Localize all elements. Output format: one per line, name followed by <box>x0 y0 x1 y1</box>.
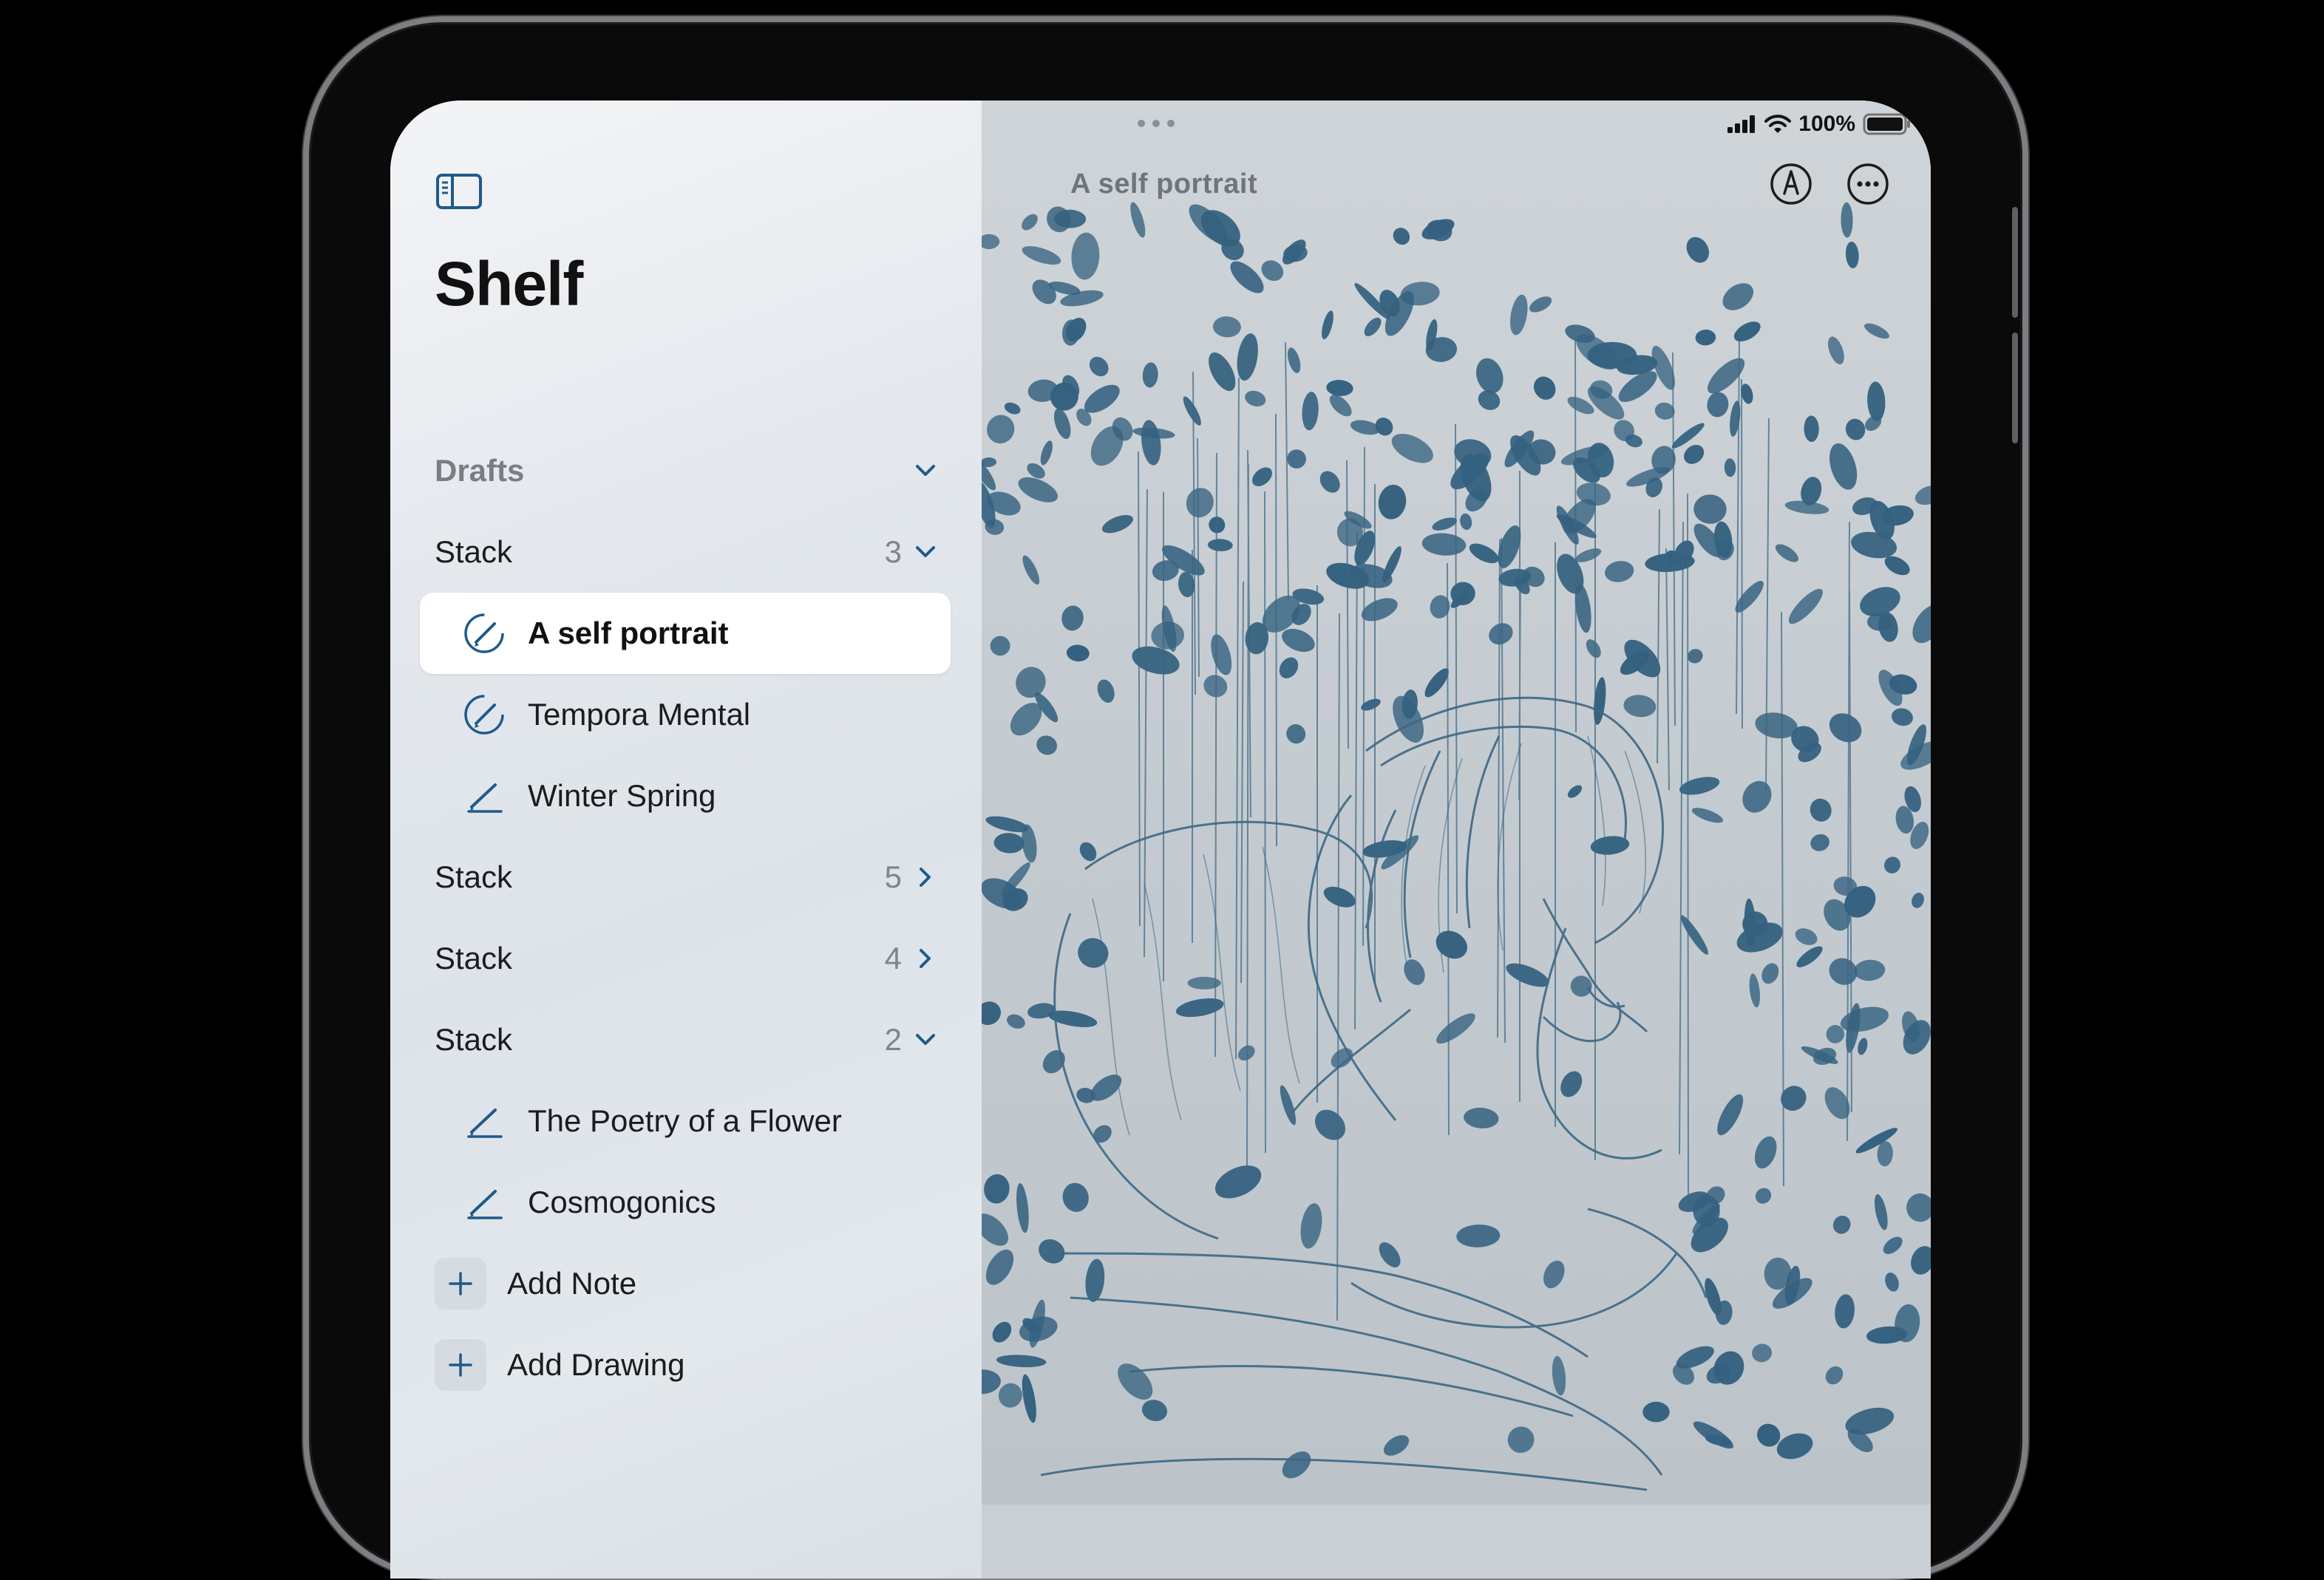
status-bar: 100% <box>1727 109 1912 139</box>
stack-label: Stack <box>435 534 513 569</box>
wifi-icon <box>1764 115 1792 133</box>
pencil-circle-icon <box>461 692 507 738</box>
note-label: Cosmogonics <box>528 1185 716 1219</box>
stack-label: Stack <box>435 1022 513 1057</box>
note-label: Winter Spring <box>528 778 716 813</box>
stack-header[interactable]: Stack 5 <box>435 837 945 918</box>
volume-button-upper <box>2012 207 2018 318</box>
stack-label: Stack <box>435 859 513 894</box>
document-title[interactable]: A self portrait <box>1070 168 1257 200</box>
pencil-icon <box>461 773 507 819</box>
chevron-right-icon <box>920 949 931 968</box>
note-item[interactable]: Winter Spring <box>420 755 951 837</box>
leaf-stroke <box>1642 1401 1670 1423</box>
chevron-down-icon <box>916 546 935 557</box>
stack-count: 5 <box>884 859 902 894</box>
screen: Shelf Drafts Stack 3 A self portrait Tem… <box>390 101 1931 1579</box>
note-item[interactable]: Cosmogonics <box>420 1162 951 1243</box>
note-item[interactable]: The Poetry of a Flower <box>420 1080 951 1162</box>
note-label: A self portrait <box>528 616 729 650</box>
add-note-label: Add Note <box>507 1266 637 1301</box>
stack-count: 2 <box>884 1022 902 1057</box>
stack-label: Stack <box>435 941 513 975</box>
drip-stroke <box>1275 413 1277 847</box>
sidebar-icon <box>436 174 482 209</box>
chevron-right-icon <box>920 868 931 887</box>
markup-button[interactable] <box>1768 161 1814 207</box>
sidebar: Shelf Drafts Stack 3 A self portrait Tem… <box>390 101 982 1579</box>
plus-icon <box>435 1339 486 1391</box>
stack-header[interactable]: Stack 3 <box>435 511 945 593</box>
sidebar-title: Shelf <box>435 249 583 319</box>
chevron-down-icon <box>916 1034 935 1045</box>
pencil-icon <box>461 1098 507 1144</box>
note-label: The Poetry of a Flower <box>528 1103 842 1138</box>
battery-percent: 100% <box>1798 112 1855 136</box>
stack-count: 4 <box>884 941 902 975</box>
note-item-selected[interactable]: A self portrait <box>420 593 951 674</box>
ellipsis-icon <box>1847 163 1889 205</box>
plus-icon <box>435 1258 486 1310</box>
drafts-label: Drafts <box>435 453 525 488</box>
stack-header[interactable]: Stack 4 <box>435 918 945 999</box>
markup-pen-icon <box>1770 163 1812 205</box>
drawing-canvas[interactable]: 100% A self portrait <box>982 101 1931 1579</box>
pencil-icon <box>461 1179 507 1225</box>
sidebar-toggle-button[interactable] <box>436 173 482 210</box>
stack-header[interactable]: Stack 2 <box>435 999 945 1080</box>
add-drawing-button[interactable]: Add Drawing <box>435 1324 945 1406</box>
pencil-circle-icon <box>461 610 507 656</box>
chevron-down-icon <box>916 465 935 476</box>
drawing-artwork <box>982 101 1931 1505</box>
stack-count: 3 <box>884 534 902 569</box>
drip-stroke <box>1574 335 1577 733</box>
multitasking-dots-icon[interactable] <box>1135 118 1177 129</box>
add-note-button[interactable]: Add Note <box>435 1243 945 1324</box>
volume-button-lower <box>2012 333 2018 443</box>
drafts-section-header[interactable]: Drafts <box>435 430 945 511</box>
cellular-signal-icon <box>1727 115 1756 133</box>
more-options-button[interactable] <box>1845 161 1891 207</box>
note-label: Tempora Mental <box>528 697 751 732</box>
note-item[interactable]: Tempora Mental <box>420 674 951 755</box>
battery-icon <box>1863 113 1910 135</box>
add-drawing-label: Add Drawing <box>507 1347 685 1382</box>
